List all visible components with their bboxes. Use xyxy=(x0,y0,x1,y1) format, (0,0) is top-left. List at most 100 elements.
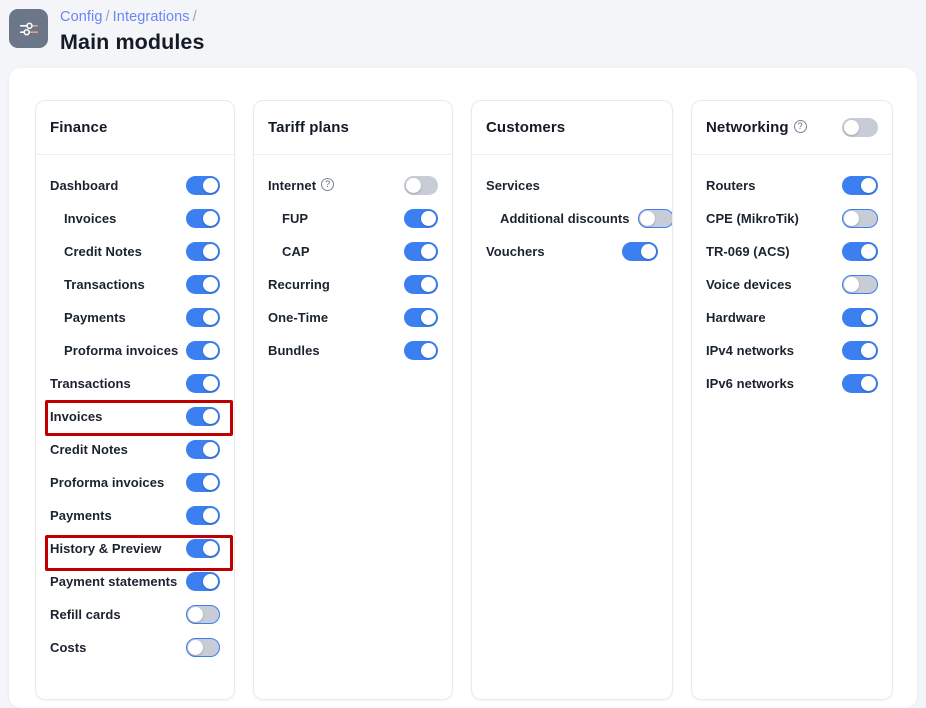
toggle-proforma-invoices[interactable] xyxy=(186,473,220,492)
toggle-history-preview[interactable] xyxy=(186,539,220,558)
module-row-payment-statements[interactable]: Payment statements xyxy=(50,565,220,598)
label-wrap: Credit Notes xyxy=(50,244,142,259)
toggle-payments[interactable] xyxy=(186,506,220,525)
label-wrap: History & Preview xyxy=(50,541,161,556)
toggle-additional-discounts[interactable] xyxy=(637,209,672,228)
module-row-internet[interactable]: Internet? xyxy=(268,169,438,202)
module-row-ipv6-networks[interactable]: IPv6 networks xyxy=(706,367,878,400)
toggle-credit-notes[interactable] xyxy=(186,242,220,261)
toggle-transactions[interactable] xyxy=(186,374,220,393)
module-cards-row: Finance Dashboard Invoices Credit Notes Tran… xyxy=(9,68,917,700)
toggle-knob xyxy=(421,277,436,292)
module-label: One-Time xyxy=(268,310,329,325)
toggle-refill-cards[interactable] xyxy=(186,605,220,624)
module-row-history-preview[interactable]: History & Preview xyxy=(50,532,220,565)
module-label: Dashboard xyxy=(50,178,119,193)
card-title-customers: Customers xyxy=(486,119,566,136)
module-label: Credit Notes xyxy=(50,442,128,457)
toggle-internet[interactable] xyxy=(404,176,438,195)
module-row-proforma-invoices[interactable]: Proforma invoices xyxy=(50,466,220,499)
module-row-vouchers[interactable]: Vouchers xyxy=(486,235,658,268)
module-row-one-time[interactable]: One-Time xyxy=(268,301,438,334)
toggle-invoices[interactable] xyxy=(186,209,220,228)
breadcrumb-separator: / xyxy=(192,9,197,25)
card-body-customers: Services Additional discounts Vouchers xyxy=(472,155,672,699)
module-row-tr-069-acs[interactable]: TR-069 (ACS) xyxy=(706,235,878,268)
breadcrumb-item-integrations[interactable]: Integrations xyxy=(113,9,190,25)
module-row-payments[interactable]: Payments xyxy=(50,499,220,532)
toggle-transactions[interactable] xyxy=(186,275,220,294)
toggle-voice-devices[interactable] xyxy=(842,275,878,294)
label-wrap: Services xyxy=(486,178,540,193)
label-wrap: TR-069 (ACS) xyxy=(706,244,790,259)
module-row-routers[interactable]: Routers xyxy=(706,169,878,202)
module-label: Vouchers xyxy=(486,244,545,259)
module-row-invoices[interactable]: Invoices xyxy=(50,202,220,235)
toggle-cpe-mikrotik[interactable] xyxy=(842,209,878,228)
toggle-ipv6-networks[interactable] xyxy=(842,374,878,393)
label-wrap: Proforma invoices xyxy=(50,343,178,358)
toggle-routers[interactable] xyxy=(842,176,878,195)
toggle-hardware[interactable] xyxy=(842,308,878,327)
module-row-refill-cards[interactable]: Refill cards xyxy=(50,598,220,631)
toggle-card-networking[interactable] xyxy=(842,118,878,137)
module-label: TR-069 (ACS) xyxy=(706,244,790,259)
module-row-bundles[interactable]: Bundles xyxy=(268,334,438,367)
module-label: CAP xyxy=(282,244,310,259)
module-label: Refill cards xyxy=(50,607,121,622)
module-row-hardware[interactable]: Hardware xyxy=(706,301,878,334)
label-wrap: One-Time xyxy=(268,310,328,325)
module-row-credit-notes[interactable]: Credit Notes xyxy=(50,433,220,466)
content-panel: Finance Dashboard Invoices Credit Notes Tran… xyxy=(9,68,917,708)
toggle-payment-statements[interactable] xyxy=(186,572,220,591)
toggle-credit-notes[interactable] xyxy=(186,440,220,459)
module-label: Bundles xyxy=(268,343,320,358)
module-label: FUP xyxy=(282,211,309,226)
toggle-ipv4-networks[interactable] xyxy=(842,341,878,360)
module-row-proforma-invoices[interactable]: Proforma invoices xyxy=(50,334,221,367)
module-label: Costs xyxy=(50,640,87,655)
toggle-dashboard[interactable] xyxy=(186,176,220,195)
card-title-wrap: Tariff plans xyxy=(268,119,349,136)
help-icon[interactable]: ? xyxy=(321,178,335,191)
toggle-vouchers[interactable] xyxy=(622,242,658,261)
label-wrap: Routers xyxy=(706,178,755,193)
module-row-dashboard[interactable]: Dashboard xyxy=(50,169,220,202)
module-row-cpe-mikrotik[interactable]: CPE (MikroTik) xyxy=(706,202,878,235)
module-row-transactions[interactable]: Transactions xyxy=(50,367,220,400)
module-row-ipv4-networks[interactable]: IPv4 networks xyxy=(706,334,878,367)
module-label: IPv4 networks xyxy=(706,343,795,358)
toggle-costs[interactable] xyxy=(186,638,220,657)
module-row-transactions[interactable]: Transactions xyxy=(50,268,220,301)
label-wrap: Invoices xyxy=(50,409,102,424)
module-row-invoices[interactable]: Invoices xyxy=(50,400,220,433)
toggle-knob xyxy=(406,178,421,193)
module-row-credit-notes[interactable]: Credit Notes xyxy=(50,235,220,268)
module-row-additional-discounts[interactable]: Additional discounts xyxy=(486,202,672,235)
toggle-proforma-invoices[interactable] xyxy=(186,341,221,360)
toggle-tr-069-acs[interactable] xyxy=(842,242,878,261)
module-row-costs[interactable]: Costs xyxy=(50,631,220,664)
toggle-invoices[interactable] xyxy=(186,407,220,426)
card-title-wrap: Customers xyxy=(486,119,565,136)
toggle-knob xyxy=(203,409,218,424)
toggle-payments[interactable] xyxy=(186,308,220,327)
label-wrap: IPv6 networks xyxy=(706,376,794,391)
toggle-fup[interactable] xyxy=(404,209,438,228)
toggle-bundles[interactable] xyxy=(404,341,438,360)
help-icon[interactable]: ? xyxy=(793,120,807,133)
toggle-knob xyxy=(421,211,436,226)
module-label: Transactions xyxy=(50,376,131,391)
toggle-one-time[interactable] xyxy=(404,308,438,327)
module-row-services: Services xyxy=(486,169,658,202)
module-row-cap[interactable]: CAP xyxy=(268,235,438,268)
module-row-recurring[interactable]: Recurring xyxy=(268,268,438,301)
breadcrumb-item-config[interactable]: Config xyxy=(60,9,103,25)
module-row-payments[interactable]: Payments xyxy=(50,301,220,334)
module-label: Payment statements xyxy=(50,574,178,589)
module-label: Proforma invoices xyxy=(50,475,165,490)
toggle-recurring[interactable] xyxy=(404,275,438,294)
toggle-cap[interactable] xyxy=(404,242,438,261)
module-row-fup[interactable]: FUP xyxy=(268,202,438,235)
module-row-voice-devices[interactable]: Voice devices xyxy=(706,268,878,301)
